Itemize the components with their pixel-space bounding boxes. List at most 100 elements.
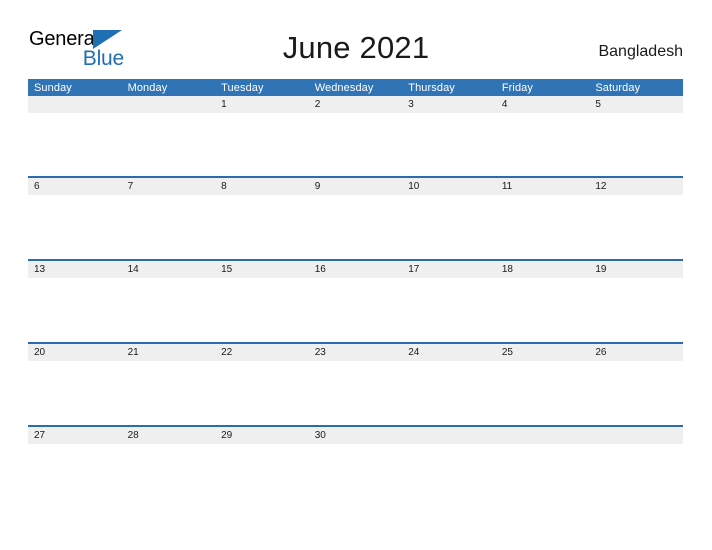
day-event-area[interactable] bbox=[402, 361, 496, 423]
day-number: 19 bbox=[589, 261, 683, 278]
calendar-day-cell[interactable] bbox=[495, 425, 590, 508]
day-number: 27 bbox=[28, 427, 122, 444]
calendar-day-cell[interactable]: 5 bbox=[589, 96, 683, 177]
day-event-area[interactable] bbox=[402, 195, 496, 257]
day-event-area[interactable] bbox=[589, 278, 683, 340]
calendar-day-cell[interactable]: 7 bbox=[121, 176, 216, 260]
calendar-day-cell[interactable]: 12 bbox=[589, 176, 683, 260]
day-number: 30 bbox=[308, 427, 403, 444]
day-event-area[interactable] bbox=[495, 278, 590, 340]
day-number: 6 bbox=[28, 178, 122, 195]
calendar-page: General Blue June 2021 Bangladesh Sunday… bbox=[0, 0, 712, 550]
calendar-day-cell[interactable]: 25 bbox=[495, 342, 590, 426]
calendar-day-cell[interactable]: 21 bbox=[121, 342, 216, 426]
day-event-area[interactable] bbox=[28, 113, 122, 175]
calendar-day-cell[interactable]: 20 bbox=[28, 342, 122, 426]
day-number: 26 bbox=[589, 344, 683, 361]
calendar-week-row: 1 2 3 4 5 bbox=[28, 96, 683, 177]
calendar-day-cell[interactable]: 4 bbox=[495, 96, 590, 177]
calendar-day-cell[interactable]: 24 bbox=[402, 342, 496, 426]
day-number: 1 bbox=[215, 96, 309, 113]
calendar-day-cell[interactable]: 23 bbox=[308, 342, 403, 426]
day-of-week-saturday: Saturday bbox=[589, 79, 683, 96]
day-event-area[interactable] bbox=[495, 361, 590, 423]
day-of-week-tuesday: Tuesday bbox=[215, 79, 309, 96]
day-event-area[interactable] bbox=[308, 195, 403, 257]
day-event-area[interactable] bbox=[495, 113, 590, 175]
day-event-area[interactable] bbox=[121, 113, 216, 175]
calendar-day-cell[interactable] bbox=[121, 96, 216, 177]
day-event-area[interactable] bbox=[589, 361, 683, 423]
day-event-area[interactable] bbox=[308, 361, 403, 423]
calendar-day-cell[interactable]: 30 bbox=[308, 425, 403, 508]
day-event-area[interactable] bbox=[215, 113, 309, 175]
calendar-day-cell[interactable]: 19 bbox=[589, 259, 683, 343]
day-number: 29 bbox=[215, 427, 309, 444]
calendar-day-cell[interactable]: 10 bbox=[402, 176, 496, 260]
calendar-day-cell[interactable]: 22 bbox=[215, 342, 309, 426]
calendar-day-cell[interactable]: 2 bbox=[308, 96, 403, 177]
day-number: 2 bbox=[308, 96, 403, 113]
calendar-day-cell[interactable]: 27 bbox=[28, 425, 122, 508]
calendar-week-row: 6 7 8 9 10 11 12 bbox=[28, 176, 683, 260]
calendar-day-cell[interactable] bbox=[589, 425, 683, 508]
calendar-day-cell[interactable]: 14 bbox=[121, 259, 216, 343]
calendar-day-cell[interactable]: 15 bbox=[215, 259, 309, 343]
day-event-area[interactable] bbox=[215, 444, 309, 506]
day-of-week-wednesday: Wednesday bbox=[308, 79, 403, 96]
day-number bbox=[495, 427, 590, 444]
day-number: 10 bbox=[402, 178, 496, 195]
calendar-day-cell[interactable]: 28 bbox=[121, 425, 216, 508]
day-event-area[interactable] bbox=[28, 195, 122, 257]
day-event-area[interactable] bbox=[589, 113, 683, 175]
day-number bbox=[121, 96, 216, 113]
calendar-week-row: 13 14 15 16 17 18 19 bbox=[28, 259, 683, 343]
day-event-area[interactable] bbox=[28, 444, 122, 506]
day-event-area[interactable] bbox=[121, 361, 216, 423]
day-event-area[interactable] bbox=[402, 113, 496, 175]
day-event-area[interactable] bbox=[28, 361, 122, 423]
day-number: 15 bbox=[215, 261, 309, 278]
day-event-area[interactable] bbox=[495, 444, 590, 506]
calendar-day-cell[interactable]: 8 bbox=[215, 176, 309, 260]
calendar-day-cell[interactable]: 16 bbox=[308, 259, 403, 343]
day-number: 25 bbox=[495, 344, 590, 361]
day-of-week-thursday: Thursday bbox=[402, 79, 496, 96]
day-number bbox=[589, 427, 683, 444]
day-event-area[interactable] bbox=[402, 278, 496, 340]
calendar-day-cell[interactable]: 18 bbox=[495, 259, 590, 343]
calendar-day-cell[interactable]: 26 bbox=[589, 342, 683, 426]
day-event-area[interactable] bbox=[121, 278, 216, 340]
day-event-area[interactable] bbox=[215, 195, 309, 257]
day-event-area[interactable] bbox=[589, 195, 683, 257]
day-number: 16 bbox=[308, 261, 403, 278]
day-number: 9 bbox=[308, 178, 403, 195]
calendar-day-cell[interactable]: 9 bbox=[308, 176, 403, 260]
day-event-area[interactable] bbox=[308, 113, 403, 175]
calendar-day-cell[interactable]: 11 bbox=[495, 176, 590, 260]
day-number: 21 bbox=[121, 344, 216, 361]
day-event-area[interactable] bbox=[308, 278, 403, 340]
day-event-area[interactable] bbox=[121, 195, 216, 257]
day-number: 3 bbox=[402, 96, 496, 113]
day-event-area[interactable] bbox=[121, 444, 216, 506]
calendar-day-cell[interactable]: 6 bbox=[28, 176, 122, 260]
calendar-day-cell[interactable] bbox=[28, 96, 122, 177]
locale-label: Bangladesh bbox=[598, 43, 683, 60]
calendar-day-cell[interactable]: 29 bbox=[215, 425, 309, 508]
calendar-day-cell[interactable] bbox=[402, 425, 496, 508]
day-event-area[interactable] bbox=[402, 444, 496, 506]
day-number: 5 bbox=[589, 96, 683, 113]
calendar-day-cell[interactable]: 17 bbox=[402, 259, 496, 343]
calendar-day-cell[interactable]: 1 bbox=[215, 96, 309, 177]
day-event-area[interactable] bbox=[495, 195, 590, 257]
month-calendar: Sunday Monday Tuesday Wednesday Thursday… bbox=[28, 79, 683, 508]
calendar-day-cell[interactable]: 3 bbox=[402, 96, 496, 177]
day-event-area[interactable] bbox=[215, 361, 309, 423]
day-event-area[interactable] bbox=[308, 444, 403, 506]
day-event-area[interactable] bbox=[28, 278, 122, 340]
day-event-area[interactable] bbox=[589, 444, 683, 506]
calendar-day-cell[interactable]: 13 bbox=[28, 259, 122, 343]
day-number bbox=[28, 96, 122, 113]
day-event-area[interactable] bbox=[215, 278, 309, 340]
